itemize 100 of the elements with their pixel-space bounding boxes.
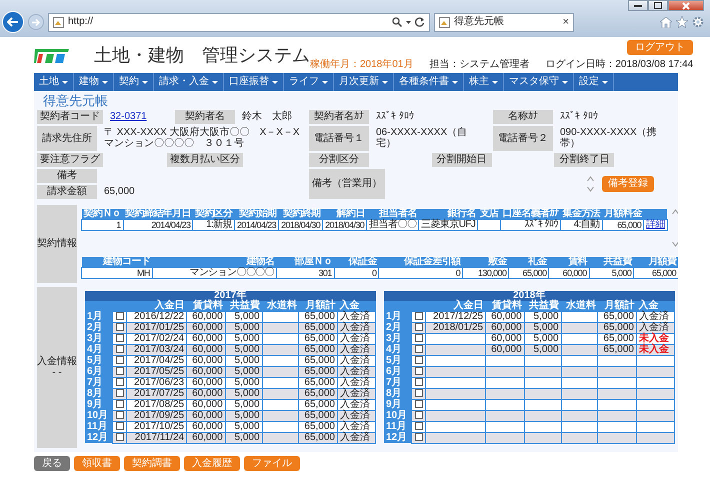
- table-cell: 65,000: [634, 267, 678, 278]
- checkbox[interactable]: [116, 422, 124, 430]
- payment-status: 入金済: [340, 332, 370, 344]
- checkbox[interactable]: [116, 433, 124, 442]
- home-icon[interactable]: [660, 16, 672, 28]
- month-label: 2月: [85, 322, 113, 334]
- field-label: 分割終了日: [554, 152, 614, 167]
- star-icon[interactable]: [676, 16, 688, 28]
- minimize-icon: [634, 4, 642, 7]
- checkbox[interactable]: [116, 323, 124, 332]
- scroll-arrows-icon[interactable]: [672, 208, 678, 247]
- action-button[interactable]: 戻る: [34, 456, 70, 472]
- month-label: 3月: [384, 333, 412, 344]
- close-button[interactable]: [668, 0, 704, 11]
- back-button[interactable]: [2, 11, 24, 33]
- column-header: 賃料: [548, 256, 590, 268]
- column-header: 部屋Ｎｏ: [276, 256, 334, 268]
- table-cell: ｽｽﾞｷ ﾀﾛｳ: [500, 219, 560, 230]
- checkbox[interactable]: [414, 312, 423, 320]
- month-label: 10月: [85, 410, 113, 422]
- field-label: 分割区分: [309, 152, 369, 167]
- column-header: 月額計: [598, 300, 636, 312]
- month-label: 12月: [384, 432, 412, 444]
- checkbox[interactable]: [116, 389, 124, 398]
- checkbox[interactable]: [414, 411, 423, 420]
- period-text: 稼働年月：2018年01月: [310, 59, 414, 70]
- column-header: 銀行名: [418, 208, 478, 220]
- checkbox[interactable]: [116, 334, 124, 342]
- column-header: 月額費: [634, 256, 678, 268]
- table-cell: 0: [334, 267, 379, 278]
- month-label: 5月: [85, 355, 113, 366]
- checkbox[interactable]: [414, 367, 423, 376]
- field-label: 電話番号２: [493, 126, 553, 151]
- payment-status: 入金済: [340, 420, 370, 432]
- column-header: 保証金差引額: [378, 256, 463, 268]
- month-label: 1月: [85, 311, 113, 322]
- table-cell: 2017/12/25: [426, 311, 486, 322]
- month-label: 4月: [384, 344, 412, 356]
- payment-status: 入金済: [638, 322, 669, 333]
- checkbox[interactable]: [414, 378, 423, 386]
- checkbox[interactable]: [414, 422, 423, 430]
- month-label: 6月: [85, 366, 113, 378]
- tab-close-button[interactable]: ×: [562, 16, 569, 28]
- maximize-icon: [654, 2, 662, 9]
- section-label: 入金情報: [37, 356, 77, 368]
- column-header: 解約日: [322, 208, 367, 220]
- field-label: 電話番号１: [309, 126, 369, 151]
- scroll-arrows-icon[interactable]: [587, 176, 594, 192]
- code-link[interactable]: 32-0371: [110, 110, 147, 122]
- caret-icon[interactable]: [406, 20, 411, 24]
- logo-icon: [34, 46, 70, 64]
- checkbox[interactable]: [414, 400, 423, 408]
- month-label: 4月: [85, 344, 113, 356]
- month-label: 5月: [384, 355, 412, 366]
- table-cell: 130,000: [462, 267, 509, 278]
- table-cell: 2016/12/22: [126, 311, 187, 322]
- column-header: 集金方法: [560, 208, 602, 220]
- column-header: 共益費: [524, 300, 562, 312]
- column-header: 月額料金: [602, 208, 644, 220]
- field-value: 090-XXXX-XXXX（携帯）: [560, 126, 657, 150]
- search-icon[interactable]: [392, 17, 402, 27]
- payment-status: 未入金: [638, 344, 669, 355]
- checkbox[interactable]: [414, 323, 423, 332]
- table-cell: 60,000: [186, 311, 226, 322]
- maximize-button[interactable]: [648, 0, 668, 11]
- checkbox[interactable]: [414, 433, 423, 442]
- field-label: 契約者名ｶﾅ: [309, 110, 369, 124]
- section-label: 契約情報: [37, 204, 77, 283]
- checkbox[interactable]: [116, 400, 124, 408]
- month-label: 9月: [384, 399, 412, 410]
- column-header: 建物コード: [82, 256, 152, 268]
- payment-status: 入金済: [340, 354, 370, 366]
- column-header: 入金: [636, 300, 674, 312]
- checkbox[interactable]: [414, 334, 423, 342]
- checkbox[interactable]: [116, 378, 124, 386]
- payment-status: 未入金: [638, 332, 669, 344]
- checkbox[interactable]: [116, 367, 124, 376]
- table-cell: 1: [82, 219, 124, 230]
- checkbox[interactable]: [116, 356, 124, 364]
- table-cell: 0: [378, 267, 463, 278]
- checkbox[interactable]: [116, 411, 124, 420]
- column-header: 月額計: [298, 300, 338, 312]
- table-cell: 担当者〇〇: [366, 219, 419, 230]
- table-cell: 2018/04/30: [322, 219, 367, 230]
- month-label: 7月: [384, 377, 412, 388]
- field-label: 備考（営業用）: [309, 168, 385, 199]
- checkbox[interactable]: [414, 345, 423, 354]
- month-label: 12月: [85, 432, 113, 444]
- checkbox[interactable]: [116, 312, 124, 320]
- table-cell: 65,000: [508, 267, 549, 278]
- payment-status: 入金済: [340, 344, 370, 355]
- browser-tab[interactable]: 得意先元帳 ×: [434, 12, 574, 32]
- refresh-icon[interactable]: [415, 17, 425, 27]
- table-cell: MH: [82, 267, 152, 278]
- checkbox[interactable]: [414, 356, 423, 364]
- minimize-button[interactable]: [628, 0, 648, 11]
- checkbox[interactable]: [116, 345, 124, 354]
- checkbox[interactable]: [414, 389, 423, 398]
- address-field[interactable]: http://: [48, 12, 430, 32]
- settings-icon[interactable]: [692, 16, 704, 28]
